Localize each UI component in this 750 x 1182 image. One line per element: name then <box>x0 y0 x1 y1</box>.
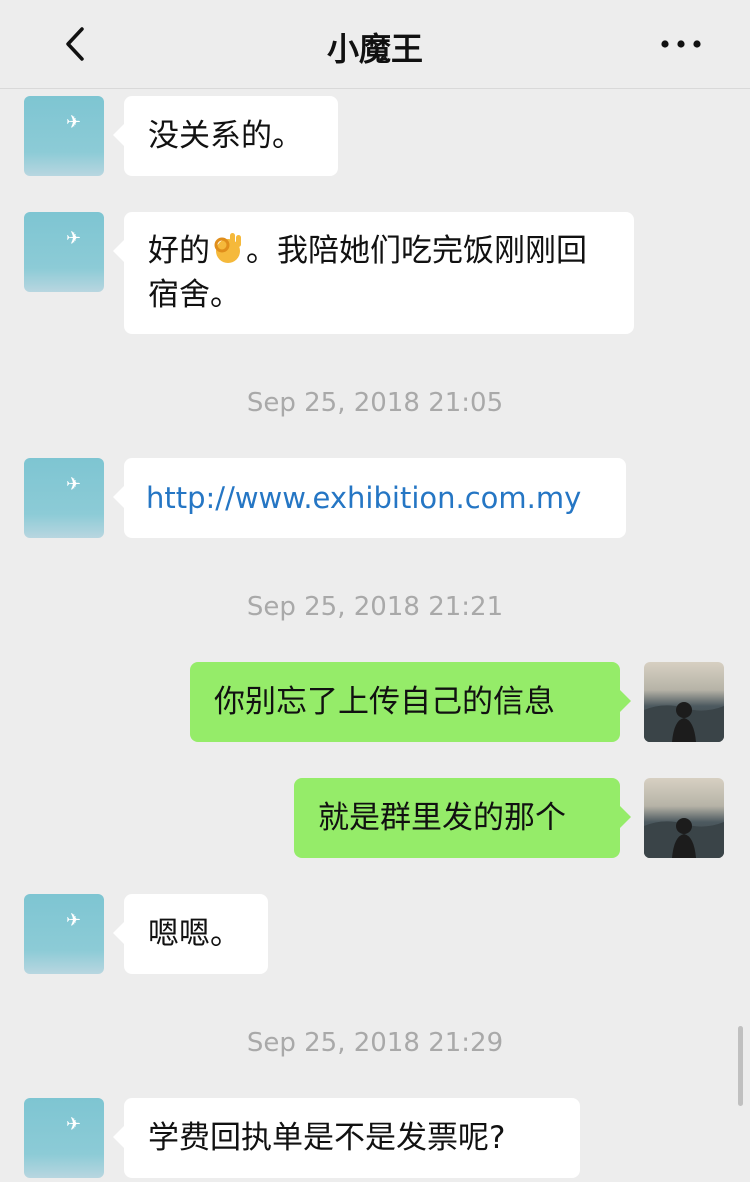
contact-avatar[interactable]: ✈ <box>24 458 104 538</box>
message-bubble-outgoing[interactable]: 你别忘了上传自己的信息 <box>190 662 631 742</box>
more-dots-icon[interactable] <box>658 28 704 60</box>
message-text: 嗯嗯。 <box>148 916 241 952</box>
message-text: 没关系的。 <box>148 118 303 154</box>
message-bubble-outgoing[interactable]: 就是群里发的那个 <box>294 778 631 858</box>
message-bubble-link[interactable]: http://www.exhibition.com.my <box>113 458 626 538</box>
my-avatar[interactable] <box>644 778 724 858</box>
message-text: 好的 <box>148 233 210 269</box>
message-bubble-incoming[interactable]: 嗯嗯。 <box>113 894 268 974</box>
airplane-icon: ✈ <box>66 228 81 249</box>
my-avatar[interactable] <box>644 662 724 742</box>
message-text: 你别忘了上传自己的信息 <box>214 684 555 720</box>
message-text: 就是群里发的那个 <box>318 800 566 836</box>
timestamp: Sep 25, 2018 21:29 <box>246 1028 504 1058</box>
message-bubble-incoming[interactable]: 好的 。我陪她们吃完饭刚刚回宿舍。 <box>113 212 634 334</box>
chat-header: 小魔王 <box>0 0 750 89</box>
airplane-icon: ✈ <box>66 910 81 931</box>
timestamp: Sep 25, 2018 21:05 <box>246 388 504 418</box>
svg-text:✈: ✈ <box>66 1114 81 1135</box>
contact-avatar[interactable]: ✈ <box>24 96 104 176</box>
airplane-icon: ✈ <box>66 474 81 495</box>
svg-text:✈: ✈ <box>66 228 81 249</box>
profile-photo-icon <box>644 818 724 858</box>
message-bubble-incoming[interactable]: 学费回执单是不是发票呢? <box>113 1098 580 1178</box>
message-bubble-incoming[interactable]: 没关系的。 <box>113 96 338 176</box>
timestamp: Sep 25, 2018 21:21 <box>246 592 504 622</box>
ok-hand-emoji <box>214 233 241 263</box>
scrollbar[interactable] <box>738 1026 743 1106</box>
svg-text:✈: ✈ <box>66 474 81 495</box>
svg-text:✈: ✈ <box>66 112 81 133</box>
airplane-icon: ✈ <box>66 1114 81 1135</box>
profile-photo-icon <box>644 702 724 742</box>
chat-title: 小魔王 <box>326 30 423 68</box>
contact-avatar[interactable]: ✈ <box>24 212 104 292</box>
message-text: 学费回执单是不是发票呢? <box>148 1120 506 1156</box>
contact-avatar[interactable]: ✈ <box>24 1098 104 1178</box>
contact-avatar[interactable]: ✈ <box>24 894 104 974</box>
svg-text:✈: ✈ <box>66 910 81 931</box>
airplane-icon: ✈ <box>66 112 81 133</box>
message-link[interactable]: http://www.exhibition.com.my <box>146 481 581 515</box>
